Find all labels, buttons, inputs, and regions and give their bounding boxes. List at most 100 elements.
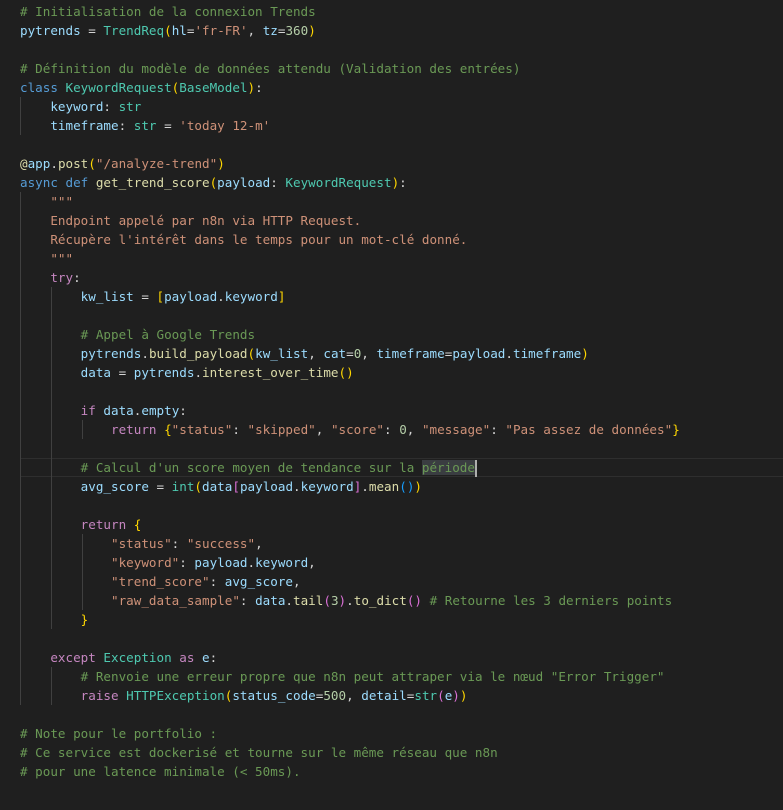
code-token: .: [50, 156, 58, 171]
indent-guide: [82, 572, 83, 591]
indent-guide: [82, 420, 83, 439]
indent-guide: [51, 439, 52, 458]
code-line[interactable]: [0, 496, 783, 515]
code-line[interactable]: Récupère l'intérêt dans le temps pour un…: [0, 230, 783, 249]
indent-guide: [51, 420, 52, 439]
code-line[interactable]: # pour une latence minimale (< 50ms).: [0, 762, 783, 781]
code-token: :: [270, 175, 286, 190]
code-line[interactable]: [0, 40, 783, 59]
code-token: 360: [285, 23, 309, 38]
code-line[interactable]: data = pytrends.interest_over_time(): [0, 363, 783, 382]
code-line[interactable]: return {: [0, 515, 783, 534]
code-line[interactable]: "raw_data_sample": data.tail(3).to_dict(…: [0, 591, 783, 610]
indent-guide: [20, 439, 21, 458]
indent-guide: [20, 211, 21, 230]
code-line[interactable]: if data.empty:: [0, 401, 783, 420]
code-token: .: [217, 289, 225, 304]
code-line[interactable]: return {"status": "skipped", "score": 0,…: [0, 420, 783, 439]
code-token: "raw_data_sample": [111, 593, 240, 608]
code-line[interactable]: Endpoint appelé par n8n via HTTP Request…: [0, 211, 783, 230]
code-token: data: [255, 593, 286, 608]
code-token: 3: [330, 593, 339, 608]
code-line[interactable]: keyword: str: [0, 97, 783, 116]
code-token: 'fr-FR': [194, 23, 248, 38]
code-token: kw_list: [80, 289, 134, 304]
indent-guide: [20, 97, 21, 116]
code-line[interactable]: # Définition du modèle de données attend…: [0, 59, 783, 78]
code-token: timeframe: [376, 346, 445, 361]
code-token: :: [171, 536, 187, 551]
code-line[interactable]: [0, 382, 783, 401]
code-line[interactable]: # Renvoie une erreur propre que n8n peut…: [0, 667, 783, 686]
indent-guide: [20, 249, 21, 268]
code-token: pytrends: [80, 346, 142, 361]
code-token: app: [27, 156, 51, 171]
code-line[interactable]: except Exception as e:: [0, 648, 783, 667]
code-token: ): [338, 593, 347, 608]
code-line[interactable]: [0, 439, 783, 458]
code-line[interactable]: avg_score = int(data[payload.keyword].me…: [0, 477, 783, 496]
code-token: ,: [247, 23, 263, 38]
code-line[interactable]: [0, 705, 783, 724]
code-line[interactable]: timeframe: str = 'today 12-m': [0, 116, 783, 135]
code-token: .: [141, 346, 149, 361]
code-token: mean: [368, 479, 400, 494]
code-line[interactable]: [0, 629, 783, 648]
code-token: """: [50, 194, 74, 209]
code-token: keyword: [300, 479, 354, 494]
code-line[interactable]: """: [0, 192, 783, 211]
indent-guide: [20, 344, 21, 363]
code-token: timeframe: [512, 346, 582, 361]
code-line[interactable]: # Appel à Google Trends: [0, 325, 783, 344]
code-line[interactable]: [0, 135, 783, 154]
code-token: :: [255, 80, 263, 95]
code-token: class: [20, 80, 66, 95]
code-token: """: [50, 251, 74, 266]
code-line[interactable]: [0, 306, 783, 325]
code-line[interactable]: # Calcul d'un score moyen de tendance su…: [20, 458, 783, 477]
code-token: status_code: [232, 688, 316, 703]
code-line[interactable]: kw_list = [payload.keyword]: [0, 287, 783, 306]
code-line[interactable]: try:: [0, 268, 783, 287]
code-token: Récupère l'intérêt dans le temps pour un…: [50, 232, 468, 247]
code-line[interactable]: class KeywordRequest(BaseModel):: [0, 78, 783, 97]
indent-guide: [20, 648, 21, 667]
code-token: =: [148, 479, 172, 494]
code-token: str: [133, 118, 157, 133]
code-token: kw_list: [255, 346, 309, 361]
code-line[interactable]: "trend_score": avg_score,: [0, 572, 783, 591]
code-editor[interactable]: # Initialisation de la connexion Trends p…: [0, 2, 783, 781]
indent-guide: [20, 496, 21, 515]
code-line[interactable]: # Ce service est dockerisé et tourne sur…: [0, 743, 783, 762]
code-line[interactable]: "keyword": payload.keyword,: [0, 553, 783, 572]
indent-guide: [51, 458, 52, 477]
indent-guide: [20, 591, 21, 610]
indent-guide: [51, 572, 52, 591]
indent-guide: [51, 591, 52, 610]
code-token: e: [202, 650, 210, 665]
code-token: str: [118, 99, 142, 114]
indent-guide: [20, 401, 21, 420]
code-token: ): [414, 479, 422, 494]
code-token: "score": [330, 422, 385, 437]
code-line[interactable]: @app.post("/analyze-trend"): [0, 154, 783, 173]
code-line[interactable]: async def get_trend_score(payload: Keywo…: [0, 173, 783, 192]
text-cursor: [474, 460, 477, 477]
code-line[interactable]: raise HTTPException(status_code=500, det…: [0, 686, 783, 705]
code-token: ,: [315, 422, 331, 437]
code-line[interactable]: "status": "success",: [0, 534, 783, 553]
code-line[interactable]: pytrends.build_payload(kw_list, cat=0, t…: [0, 344, 783, 363]
code-line[interactable]: # Note pour le portfolio :: [0, 724, 783, 743]
code-line[interactable]: }: [0, 610, 783, 629]
code-token: avg_score: [80, 479, 149, 494]
code-token: Exception: [103, 650, 172, 665]
code-line[interactable]: # Initialisation de la connexion Trends: [0, 2, 783, 21]
code-token: HTTPException: [126, 688, 225, 703]
code-token: as: [179, 650, 203, 665]
code-line[interactable]: """: [0, 249, 783, 268]
code-line[interactable]: pytrends = TrendReq(hl='fr-FR', tz=360): [0, 21, 783, 40]
code-token: :: [239, 593, 256, 608]
indent-guide: [20, 458, 21, 477]
